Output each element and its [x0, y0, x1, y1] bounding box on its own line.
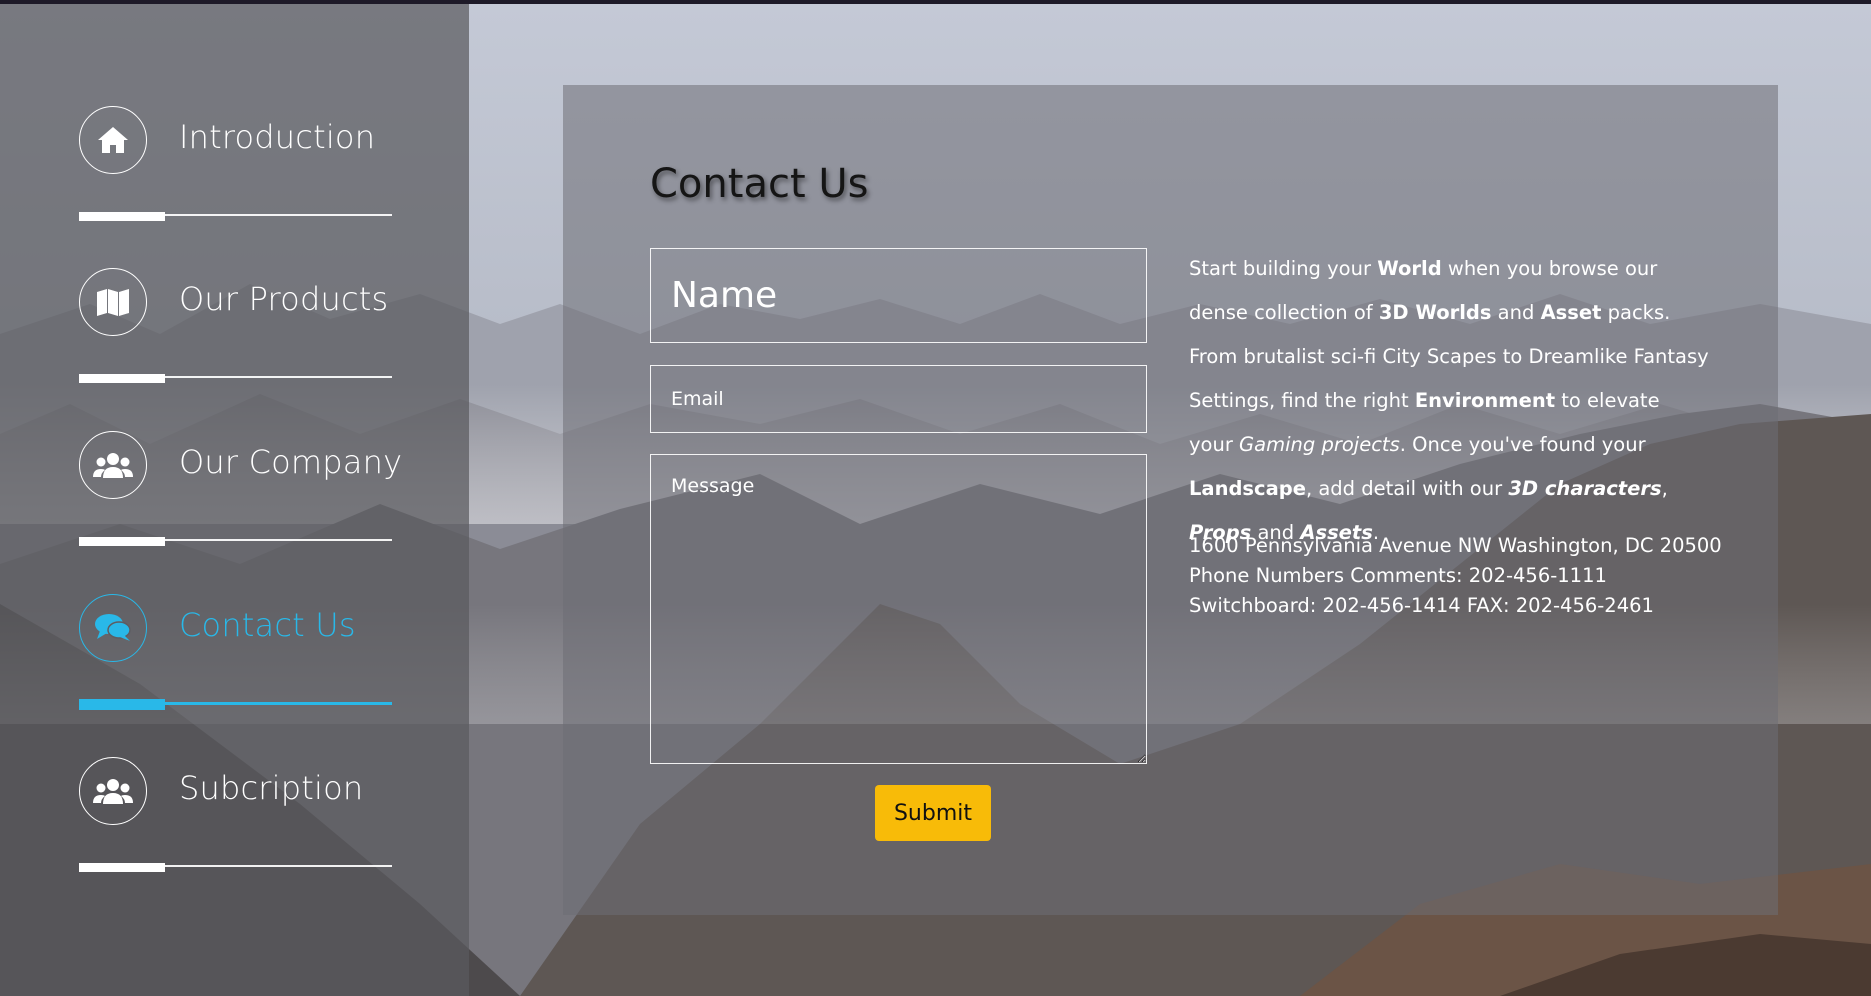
address-line: 1600 Pennsylvania Avenue NW Washington, …	[1189, 534, 1722, 557]
sidebar-item-introduction[interactable]: Introduction	[79, 106, 392, 230]
info-bold: Environment	[1414, 389, 1556, 412]
info-bold: Landscape	[1189, 477, 1306, 500]
sidebar-item-label: Contact Us	[179, 606, 356, 644]
top-bar	[0, 0, 1871, 4]
info-bold-italic: 3D characters	[1508, 477, 1662, 500]
sidebar-item-subcription[interactable]: Subcription	[79, 757, 392, 881]
info-bold: Asset	[1540, 301, 1602, 324]
info-bold: World	[1377, 257, 1442, 280]
sidebar-item-label: Our Products	[179, 280, 389, 318]
sidebar-item-label: Our Company	[179, 443, 403, 481]
sidebar-item-our-products[interactable]: Our Products	[79, 268, 392, 392]
name-field[interactable]	[650, 248, 1147, 343]
contact-panel: Contact Us Submit Start building your Wo…	[563, 85, 1778, 915]
contact-description: Start building your World when you brows…	[1189, 247, 1709, 555]
nav-progress	[79, 699, 165, 710]
home-icon	[79, 106, 147, 174]
info-text: Start building your	[1189, 257, 1378, 280]
submit-button[interactable]: Submit	[875, 785, 991, 841]
phone-line: Phone Numbers Comments: 202-456-1111	[1189, 564, 1607, 587]
info-italic: Gaming projects	[1239, 433, 1400, 456]
sidebar-item-label: Introduction	[179, 118, 376, 156]
map-icon	[79, 268, 147, 336]
info-text: . Once you've found your	[1399, 433, 1646, 456]
nav-progress	[79, 537, 165, 546]
info-bold: 3D Worlds	[1378, 301, 1492, 324]
info-text: , add detail with our	[1305, 477, 1509, 500]
nav-progress	[79, 212, 165, 221]
message-field[interactable]	[650, 454, 1147, 764]
info-text: and	[1491, 301, 1541, 324]
sidebar-item-contact-us[interactable]: Contact Us	[79, 594, 392, 718]
sidebar-nav: Introduction Our Products Our Company Co…	[0, 4, 469, 996]
sidebar-item-our-company[interactable]: Our Company	[79, 431, 402, 555]
nav-progress	[79, 374, 165, 383]
switchboard-line: Switchboard: 202-456-1414 FAX: 202-456-2…	[1189, 594, 1654, 617]
email-field[interactable]	[650, 365, 1147, 433]
nav-progress	[79, 863, 165, 872]
users-icon	[79, 431, 147, 499]
users-icon	[79, 757, 147, 825]
page-title: Contact Us	[650, 161, 869, 207]
contact-address: 1600 Pennsylvania Avenue NW Washington, …	[1189, 531, 1722, 621]
info-text: ,	[1661, 477, 1668, 500]
sidebar-item-label: Subcription	[179, 769, 364, 807]
comments-icon	[79, 594, 147, 662]
